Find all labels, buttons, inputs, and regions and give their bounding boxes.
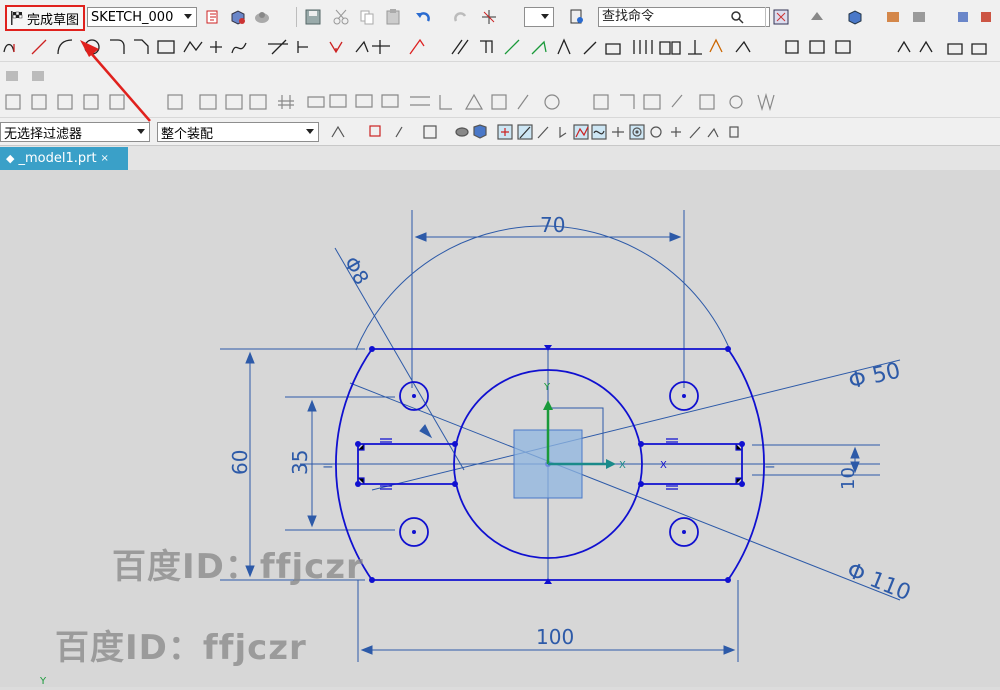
feature-toolbar <box>0 88 1000 118</box>
graphics-window[interactable]: 70 Φ8 Φ 50 60 35 10 Φ 110 100 = = X X Y … <box>0 170 1000 687</box>
constraint-icon <box>480 40 493 53</box>
layer-icon[interactable] <box>910 8 928 26</box>
selection-dropdown[interactable] <box>524 7 554 27</box>
reference-icon <box>659 41 681 55</box>
part-file-icon: ◆ <box>6 152 15 165</box>
sketch-name-dropdown[interactable]: SKETCH_000 <box>87 7 197 27</box>
main-toolbar: 完成草图 SKETCH_000 查找命令 <box>0 0 1000 34</box>
fillet-tool-icon <box>372 40 390 54</box>
watermark-2: 百度ID：ffjczr <box>55 628 307 668</box>
polygon-icon <box>183 40 203 53</box>
snap-tools-strip <box>331 124 739 140</box>
show-hide-icon[interactable] <box>955 8 973 26</box>
search-placeholder: 查找命令 <box>602 9 655 24</box>
arc-icon <box>57 39 73 55</box>
axis-x-label-2: X <box>660 460 667 471</box>
axis-y-label: Y <box>543 382 551 393</box>
fit-view-icon[interactable] <box>772 8 790 26</box>
command-search-input[interactable]: 查找命令 <box>598 7 770 27</box>
dim-phi50-label: Φ 50 <box>846 358 903 394</box>
dim-60-label: 60 <box>228 450 252 475</box>
hide-icon <box>835 40 851 54</box>
search-icon <box>731 11 744 24</box>
pattern-icon <box>409 38 425 55</box>
tab-label: _model1.prt <box>18 151 97 166</box>
sketch-relations-icon <box>557 38 571 55</box>
copy-icon[interactable] <box>358 8 376 26</box>
finish-sketch-label: 完成草图 <box>27 12 80 28</box>
studio-spline-icon <box>231 42 247 54</box>
shaded-view-icon[interactable] <box>846 8 864 26</box>
equal-constraint-left: = <box>322 458 334 474</box>
offset-icon <box>329 41 343 54</box>
assembly-scope-dropdown[interactable]: 整个装配 <box>157 122 319 142</box>
tab-model1[interactable]: ◆ _model1.prt × <box>0 147 128 170</box>
redo-icon[interactable] <box>452 8 470 26</box>
feature-tools-strip <box>5 92 775 112</box>
animate-icon <box>605 43 621 55</box>
cut-icon[interactable] <box>332 8 350 26</box>
point-icon <box>210 41 222 53</box>
trim-icon <box>268 39 288 55</box>
assembly-icon <box>919 40 933 53</box>
dim-phi110-label: Φ 110 <box>843 558 914 606</box>
flag-icon <box>11 11 23 25</box>
stretch-icon <box>688 40 702 55</box>
selection-filter-dropdown[interactable]: 无选择过滤器 <box>0 122 150 142</box>
dim-phi8-label: Φ8 <box>339 252 374 289</box>
corner-y-label: Y <box>39 676 47 687</box>
show-constraints-icon <box>531 40 547 55</box>
dim-10-label: 10 <box>838 467 859 490</box>
command-finder-icon[interactable] <box>568 8 586 26</box>
undo-icon[interactable] <box>414 8 432 26</box>
alternate-icon <box>633 40 653 54</box>
delay-icon <box>735 40 751 53</box>
equal-constraint-right: = <box>764 458 776 474</box>
selection-toolbar: 无选择过滤器 整个装配 <box>0 118 1000 146</box>
infer-icon <box>785 40 799 54</box>
reattach-icon[interactable] <box>229 8 247 26</box>
paste-icon[interactable] <box>384 8 402 26</box>
drag-icon <box>709 38 723 53</box>
finish-sketch-button[interactable]: 完成草图 <box>5 5 85 31</box>
circle-icon <box>84 39 100 55</box>
rectangle-icon <box>157 40 175 54</box>
dim-70-label: 70 <box>540 213 565 237</box>
line-icon <box>31 39 47 55</box>
part-navigator-icon[interactable] <box>978 8 996 26</box>
more-icon <box>971 43 987 55</box>
selection-filter-value: 无选择过滤器 <box>4 126 83 142</box>
sketch-plane-icon[interactable] <box>205 8 223 26</box>
secondary-toolbar <box>0 62 1000 89</box>
tools-icon <box>897 40 911 53</box>
convert-icon <box>583 41 597 55</box>
assembly-part-icon[interactable] <box>30 66 48 84</box>
assembly-scope-value: 整个装配 <box>161 126 214 142</box>
sketch-curve-toolbar <box>0 33 1000 62</box>
part-icon[interactable] <box>4 66 22 84</box>
profile-icon <box>3 43 15 53</box>
dim-100-label: 100 <box>536 625 574 649</box>
snap-icon[interactable] <box>480 8 498 26</box>
chamfer-icon <box>134 39 149 54</box>
dimension-icon <box>451 39 469 55</box>
sketch-tools-strip <box>3 38 987 55</box>
dim-35-label: 35 <box>288 450 312 475</box>
save-icon[interactable] <box>304 8 322 26</box>
background-icon[interactable] <box>884 8 902 26</box>
axis-x-label: X <box>619 460 626 471</box>
document-tab-bar: ◆ _model1.prt × <box>0 146 1000 170</box>
auto-constraint-icon <box>504 39 520 55</box>
layout-icon <box>809 40 825 54</box>
render-icon <box>947 43 963 55</box>
watermark-1: 百度ID：ffjczr <box>112 547 364 587</box>
fillet-icon <box>110 39 125 54</box>
extend-icon <box>297 41 308 53</box>
sketch-drawing: 70 Φ8 Φ 50 60 35 10 Φ 110 100 = = X X Y … <box>39 210 914 687</box>
mirror-icon <box>355 40 369 53</box>
close-icon[interactable]: × <box>101 153 109 164</box>
view-sketch-icon[interactable] <box>253 8 271 26</box>
orient-view-icon[interactable] <box>808 8 826 26</box>
sketch-name-value: SKETCH_000 <box>91 9 174 25</box>
